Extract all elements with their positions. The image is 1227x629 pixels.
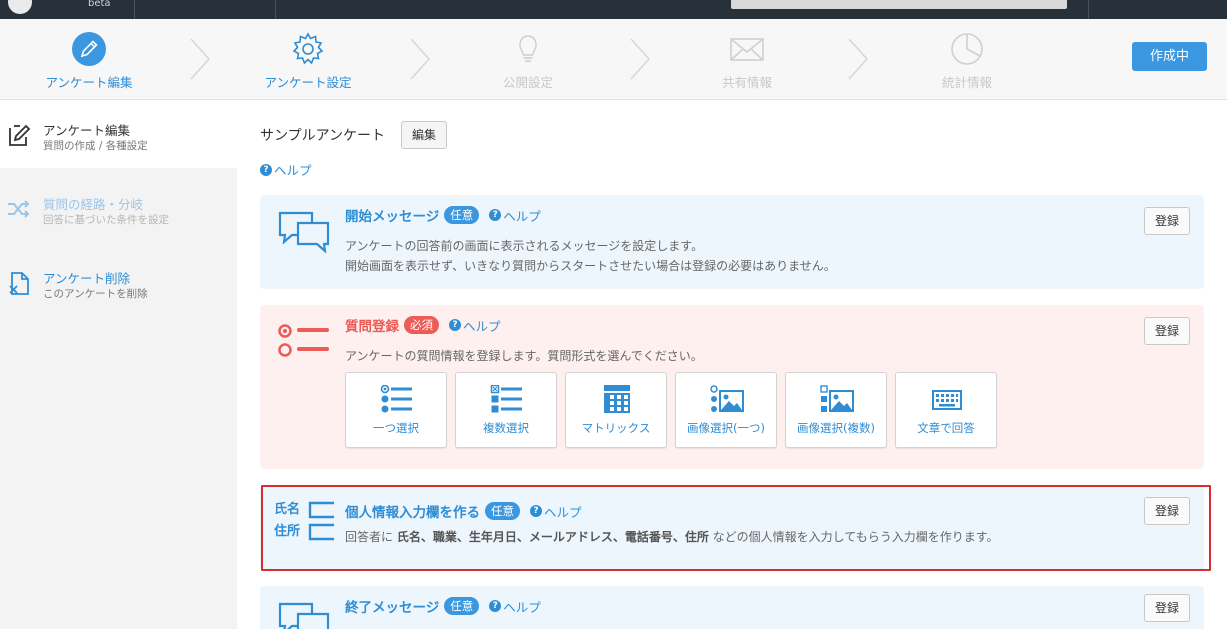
sidebar-item-subtitle: このアンケートを削除 [43,288,148,300]
step-statistics[interactable]: 統計情報 [892,19,1042,100]
pencil-icon [72,32,106,66]
survey-title: サンプルアンケート [260,128,386,144]
image-radio-icon [710,385,744,412]
step-label: アンケート設定 [264,75,352,90]
optional-badge: 任意 [444,206,480,224]
question-type-list: 一つ選択 複数選択 マトリックス 画像選択(一つ) 画像選択(複数) 文章で回答 [345,372,1005,448]
image-checkbox-icon [820,385,854,412]
card-description: 開始画面を表示せず、いきなり質問からスタートさせたい場合は登録の必要はありません… [345,259,836,273]
speech-bubbles-icon [278,211,330,253]
shuffle-icon [8,200,30,218]
step-survey-edit[interactable]: アンケート編集 [14,19,164,100]
question-type-text-answer[interactable]: 文章で回答 [895,372,997,448]
delete-document-icon [9,272,29,295]
edit-title-button[interactable]: 編集 [401,121,447,149]
sidebar-item-subtitle: 回答に基づいた条件を設定 [43,214,169,226]
question-type-label: 複数選択 [483,421,529,435]
sidebar-item-title: アンケート編集 [43,123,131,138]
help-icon: ? [489,209,502,221]
chevron-right-icon [630,38,651,80]
chevron-right-icon [410,38,431,80]
gear-icon [292,32,324,65]
sidebar: アンケート編集 質問の作成 / 各種設定 質問の経路・分岐 回答に基づいた条件を… [0,100,237,629]
step-share-info[interactable]: 共有情報 [672,19,822,100]
question-type-image-single[interactable]: 画像選択(一つ) [675,372,777,448]
sidebar-item-subtitle: 質問の作成 / 各種設定 [43,140,148,152]
help-link[interactable]: ? ヘルプ [489,206,541,225]
question-type-label: 画像選択(一つ) [687,421,765,435]
start-message-card: 開始メッセージ 任意 ? ヘルプ アンケートの回答前の画面に表示されるメッセージを… [260,195,1204,289]
chevron-right-icon [848,38,869,80]
checkbox-list-icon [490,385,522,413]
status-button[interactable]: 作成中 [1132,42,1207,71]
beta-label: beta [88,0,111,9]
question-type-multiple-choice[interactable]: 複数選択 [455,372,557,448]
card-description: アンケートの質問情報を登録します。質問形式を選んでください。 [345,349,703,363]
pie-chart-icon [951,33,983,65]
envelope-icon [730,38,764,61]
matrix-grid-icon [604,385,630,413]
help-icon: ? [449,319,461,331]
help-icon: ? [489,600,502,612]
card-title: 開始メッセージ 任意 ? ヘルプ [345,205,541,225]
step-survey-settings[interactable]: アンケート設定 [233,19,383,100]
sidebar-item-branching[interactable]: 質問の経路・分岐 回答に基づいた条件を設定 [0,174,237,242]
selection-highlight [261,485,1211,571]
question-type-label: 画像選択(複数) [797,421,875,435]
register-button[interactable]: 登録 [1144,594,1190,622]
sidebar-item-title: 質問の経路・分岐 [43,197,144,212]
step-label: 公開設定 [502,75,553,90]
step-navigation: アンケート編集 アンケート設定 公開設定 共有情報 統計情報 作成中 [0,19,1227,100]
question-type-label: マトリックス [581,421,651,435]
navbar-divider [1088,0,1089,19]
step-publish-settings[interactable]: 公開設定 [453,19,603,100]
logo-icon[interactable] [8,0,32,14]
register-button[interactable]: 登録 [1144,207,1190,235]
card-description: アンケートの回答前の画面に表示されるメッセージを設定します。 [345,239,704,253]
card-title: 終了メッセージ 任意 ? ヘルプ [345,596,541,616]
question-type-single-choice[interactable]: 一つ選択 [345,372,447,448]
radio-list-icon [380,385,412,413]
register-button[interactable]: 登録 [1144,317,1190,345]
keyboard-icon [932,390,962,410]
lightbulb-icon [519,35,537,62]
step-label: 統計情報 [941,75,992,90]
question-type-image-multiple[interactable]: 画像選択(複数) [785,372,887,448]
search-input[interactable] [731,0,1067,9]
sidebar-item-delete[interactable]: アンケート削除 このアンケートを削除 [0,248,237,316]
help-icon: ? [260,163,272,176]
list-icon [278,324,329,357]
navbar-divider [275,0,276,19]
speech-bubbles-icon [278,602,330,629]
chevron-right-icon [190,38,211,80]
help-link[interactable]: ? ヘルプ [449,316,501,335]
step-label: 共有情報 [721,75,772,90]
question-type-label: 一つ選択 [373,421,419,435]
help-link[interactable]: ? ヘルプ [489,597,541,616]
edit-document-icon [9,124,31,146]
card-title: 質問登録 必須 ? ヘルプ [345,315,501,335]
help-link[interactable]: ? ヘルプ [260,160,312,179]
question-type-label: 文章で回答 [917,421,975,435]
question-registration-card: 質問登録 必須 ? ヘルプ アンケートの質問情報を登録します。質問形式を選んでくだ… [260,305,1204,469]
step-label: アンケート編集 [45,75,133,90]
question-type-matrix[interactable]: マトリックス [565,372,667,448]
sidebar-item-title: アンケート削除 [43,271,131,286]
optional-badge: 任意 [444,597,480,615]
required-badge: 必須 [404,316,439,334]
navbar-divider [134,0,135,19]
top-navbar: beta [0,0,1227,19]
end-message-card: 終了メッセージ 任意 ? ヘルプ 登録 [260,586,1204,629]
sidebar-item-survey-edit[interactable]: アンケート編集 質問の作成 / 各種設定 [0,100,237,168]
